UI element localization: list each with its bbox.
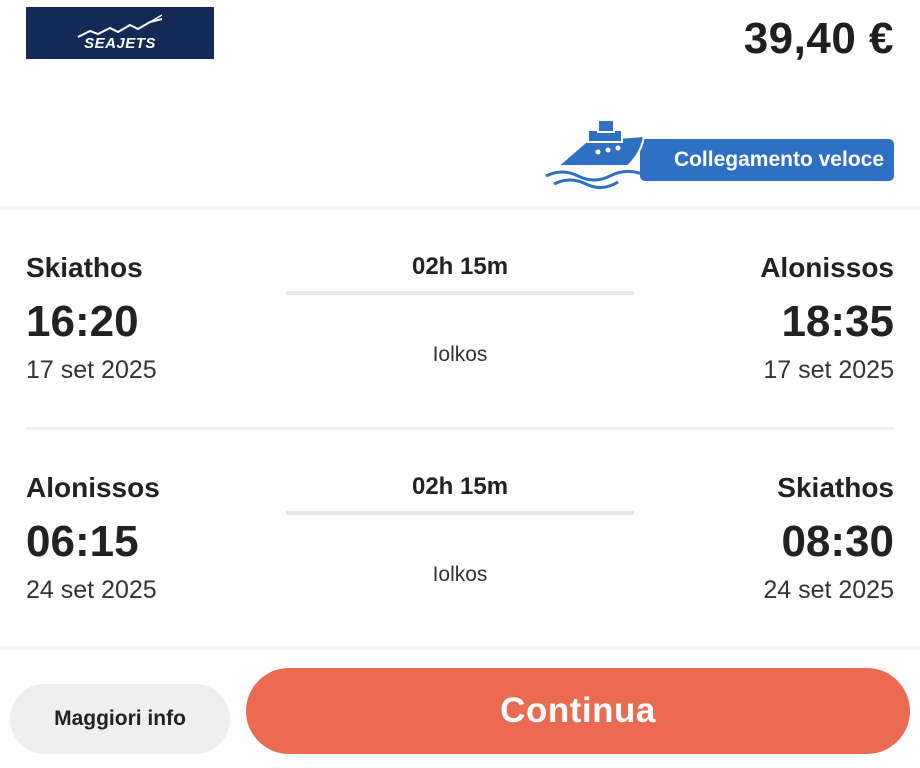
arrival-port: Skiathos [777,472,894,503]
continue-button[interactable]: Continua [246,668,910,754]
vessel-name: Iolkos [432,563,488,586]
departure-time: 16:20 [26,297,139,346]
arrival-date: 17 set 2025 [763,356,894,384]
trip-duration: 02h 15m [411,473,509,500]
route-line [286,291,634,295]
operator-logo-text: SEAJETS [84,35,156,52]
header-divider [0,206,920,210]
footer-divider [0,646,920,650]
departure-info: Alonissos 06:15 24 set 2025 [26,470,160,606]
return-leg: Alonissos 06:15 24 set 2025 02h 15m Iolk… [26,470,894,630]
arrival-time: 08:30 [781,517,894,566]
departure-time: 06:15 [26,517,139,566]
trip-summary: 02h 15m Iolkos [286,470,634,587]
badge-label: Collegamento veloce [640,139,894,181]
departure-port: Skiathos [26,252,143,283]
trip-summary: 02h 15m Iolkos [286,250,634,367]
arrival-date: 24 set 2025 [763,576,894,604]
arrival-time: 18:35 [781,297,894,346]
vessel-name: Iolkos [432,343,488,366]
total-price: 39,40 € [743,14,894,63]
ship-icon [545,119,646,189]
trip-duration: 02h 15m [411,253,509,280]
arrival-port: Alonissos [760,252,894,283]
departure-date: 24 set 2025 [26,576,157,604]
leg-divider [26,427,894,430]
departure-info: Skiathos 16:20 17 set 2025 [26,250,157,386]
route-line [286,511,634,515]
arrival-info: Skiathos 08:30 24 set 2025 [763,470,894,606]
arrival-info: Alonissos 18:35 17 set 2025 [760,250,894,386]
departure-date: 17 set 2025 [26,356,157,384]
departure-port: Alonissos [26,472,160,503]
operator-logo: SEAJETS [26,7,214,59]
outbound-leg: Skiathos 16:20 17 set 2025 02h 15m Iolko… [26,250,894,410]
fast-connection-badge: Collegamento veloce [544,118,894,190]
more-info-button[interactable]: Maggiori info [10,684,230,754]
